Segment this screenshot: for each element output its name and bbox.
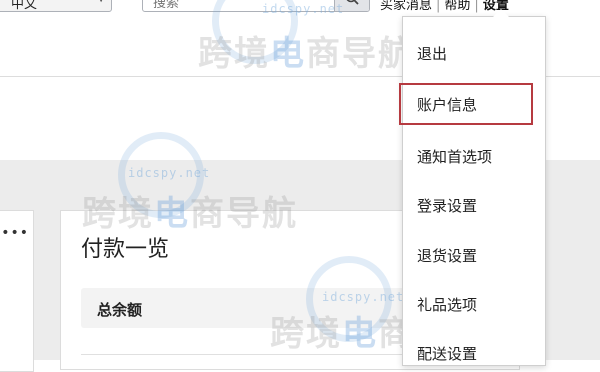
top-links: 买家消息 | 帮助 | 设置	[380, 0, 509, 13]
search-icon	[346, 0, 359, 5]
search-button[interactable]	[334, 0, 369, 11]
menu-item-login-settings[interactable]: 登录设置	[417, 195, 477, 216]
more-dots-icon[interactable]: •••	[1, 225, 29, 241]
link-separator: |	[474, 0, 479, 13]
search-input[interactable]	[143, 0, 353, 11]
link-buyer-messages[interactable]: 买家消息	[380, 0, 432, 13]
menu-item-shipping-settings[interactable]: 配送设置	[417, 343, 477, 364]
menu-item-notification-preferences[interactable]: 通知首选项	[417, 146, 492, 167]
payment-summary-title: 付款一览	[81, 237, 170, 262]
total-balance-label: 总余额	[97, 301, 143, 319]
search-box	[142, 0, 370, 12]
menu-item-account-info[interactable]: 账户信息	[399, 83, 533, 125]
settings-dropdown-menu: 退出 账户信息 通知首选项 登录设置 退货设置 礼品选项 配送设置	[399, 9, 546, 366]
menu-item-return-settings[interactable]: 退货设置	[417, 245, 477, 266]
language-select[interactable]: 中文 ▼	[0, 0, 112, 12]
menu-item-gift-options[interactable]: 礼品选项	[417, 294, 477, 315]
left-card: •••	[0, 210, 34, 372]
menu-item-logout[interactable]: 退出	[417, 43, 447, 64]
link-separator: |	[436, 0, 441, 13]
link-help[interactable]: 帮助	[444, 0, 470, 13]
language-select-value: 中文	[11, 0, 38, 12]
chevron-down-icon: ▼	[97, 0, 105, 4]
dropdown-caret	[493, 9, 509, 17]
